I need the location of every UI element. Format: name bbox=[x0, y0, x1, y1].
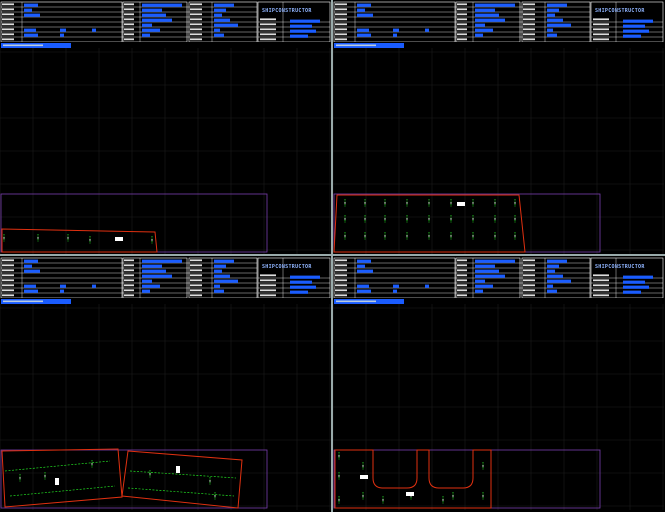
marking-point bbox=[452, 495, 454, 497]
marking-point bbox=[514, 218, 516, 220]
marking-point bbox=[67, 237, 69, 239]
drawing-canvas[interactable] bbox=[333, 0, 664, 254]
sheet-outline bbox=[333, 449, 601, 509]
marking-point bbox=[494, 235, 496, 237]
marking-point bbox=[209, 480, 211, 482]
marking-point bbox=[384, 218, 386, 220]
marking-point bbox=[338, 499, 340, 501]
marking-point bbox=[406, 235, 408, 237]
marking-point bbox=[364, 235, 366, 237]
marking-point bbox=[472, 235, 474, 237]
marking-point bbox=[450, 235, 452, 237]
cad-pane-top-right[interactable]: SHIPCONSTRUCTOR bbox=[333, 0, 664, 254]
part-label bbox=[55, 478, 59, 485]
marking-point bbox=[514, 235, 516, 237]
marking-point bbox=[428, 235, 430, 237]
marking-point bbox=[89, 239, 91, 241]
cad-pane-bottom-left[interactable]: SHIPCONSTRUCTOR bbox=[0, 256, 331, 510]
marking-point bbox=[494, 202, 496, 204]
weld-line bbox=[4, 460, 111, 472]
layer-tag-text bbox=[336, 44, 376, 47]
marking-point bbox=[442, 499, 444, 501]
part-label bbox=[406, 492, 414, 496]
marking-point bbox=[19, 477, 21, 479]
marking-point bbox=[514, 202, 516, 204]
layer-tag-text bbox=[3, 44, 43, 47]
marking-point bbox=[494, 218, 496, 220]
layer-tag-text bbox=[3, 300, 43, 303]
layer-tag-text bbox=[336, 300, 376, 303]
marking-point bbox=[344, 218, 346, 220]
marking-point bbox=[344, 235, 346, 237]
marking-point bbox=[37, 237, 39, 239]
marking-point bbox=[450, 218, 452, 220]
marking-point bbox=[406, 218, 408, 220]
cad-pane-top-left[interactable]: SHIPCONSTRUCTOR bbox=[0, 0, 331, 254]
drawing-canvas[interactable] bbox=[333, 256, 664, 510]
marking-point bbox=[151, 239, 153, 241]
drawing-canvas[interactable] bbox=[0, 0, 331, 254]
marking-point bbox=[428, 202, 430, 204]
marking-point bbox=[482, 495, 484, 497]
cad-pane-bottom-right[interactable]: SHIPCONSTRUCTOR bbox=[333, 256, 664, 510]
marking-point bbox=[406, 202, 408, 204]
marking-point bbox=[3, 237, 5, 239]
part-label bbox=[115, 237, 123, 241]
marking-point bbox=[338, 455, 340, 457]
marking-point bbox=[344, 202, 346, 204]
marking-point bbox=[482, 465, 484, 467]
vertical-divider[interactable] bbox=[331, 0, 333, 512]
marking-point bbox=[91, 463, 93, 465]
marking-point bbox=[214, 495, 216, 497]
weld-line bbox=[127, 487, 235, 497]
marking-point bbox=[450, 202, 452, 204]
marking-point bbox=[362, 465, 364, 467]
part-label bbox=[360, 475, 368, 479]
marking-point bbox=[44, 475, 46, 477]
marking-point bbox=[384, 235, 386, 237]
marking-point bbox=[384, 202, 386, 204]
horizontal-divider[interactable] bbox=[0, 254, 665, 256]
marking-point bbox=[338, 475, 340, 477]
sheet-outline bbox=[0, 193, 268, 253]
marking-point bbox=[472, 202, 474, 204]
plate-outline bbox=[1, 228, 158, 253]
marking-point bbox=[428, 218, 430, 220]
marking-point bbox=[364, 202, 366, 204]
marking-point bbox=[364, 218, 366, 220]
weld-line bbox=[129, 470, 237, 479]
drawing-canvas[interactable] bbox=[0, 256, 331, 510]
part-label bbox=[457, 202, 465, 206]
marking-point bbox=[362, 495, 364, 497]
marking-point bbox=[472, 218, 474, 220]
plate-outline bbox=[334, 449, 492, 509]
sheet-outline bbox=[333, 193, 601, 253]
plate-outline bbox=[121, 450, 243, 509]
marking-point bbox=[149, 473, 151, 475]
part-label bbox=[176, 466, 180, 473]
marking-point bbox=[382, 499, 384, 501]
